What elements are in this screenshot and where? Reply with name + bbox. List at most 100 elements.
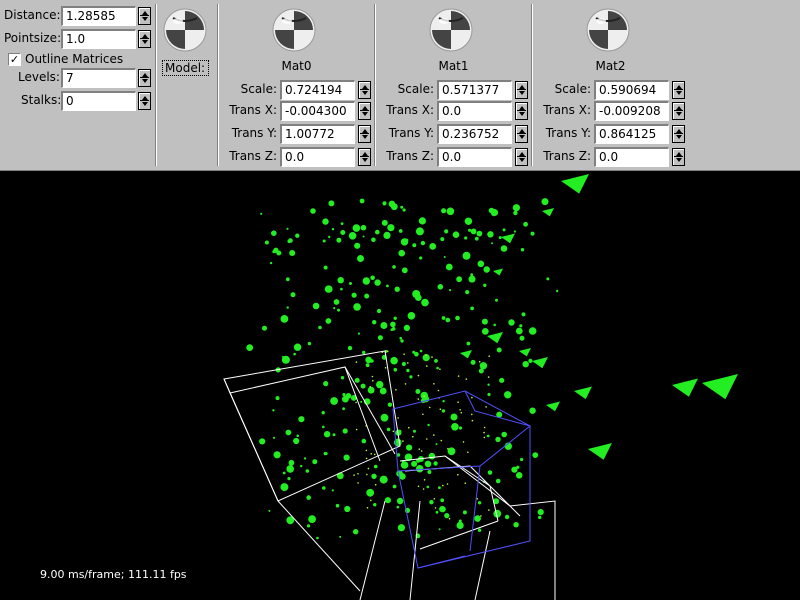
point [495, 478, 501, 484]
point [369, 386, 372, 388]
sphere-icon[interactable] [429, 8, 473, 52]
point [515, 327, 523, 335]
point [441, 316, 446, 320]
mat2-trans-x-spinner[interactable] [672, 102, 685, 120]
point [528, 358, 533, 363]
stalks-field[interactable]: 0 [61, 91, 136, 111]
point [303, 457, 307, 460]
point [272, 409, 275, 412]
point [371, 473, 377, 479]
model-sphere-icon[interactable] [163, 8, 207, 52]
point [442, 400, 445, 403]
mat2-scale-spinner[interactable] [672, 81, 685, 99]
point [395, 389, 397, 391]
point [447, 447, 456, 456]
mat1-trans-z-field[interactable]: 0.0 [437, 147, 512, 167]
point [392, 265, 396, 269]
point [523, 221, 528, 227]
point [383, 231, 391, 239]
point [477, 260, 485, 268]
point [428, 406, 431, 409]
point [344, 505, 351, 513]
3d-viewport[interactable] [0, 171, 800, 600]
distance-spinner[interactable] [138, 7, 151, 25]
point [471, 396, 473, 399]
sphere-icon[interactable] [586, 8, 630, 52]
mat1-trans-y-label: Trans Y: [388, 126, 434, 140]
point [474, 236, 479, 241]
mat2-scale-field[interactable]: 0.590694 [594, 80, 669, 100]
mat0-trans-z-field[interactable]: 0.0 [280, 147, 355, 167]
point [288, 238, 293, 243]
point [546, 277, 550, 281]
point [282, 355, 284, 358]
mat1-trans-y-field[interactable]: 0.236752 [437, 124, 512, 144]
mat2-trans-x-field[interactable]: -0.009208 [594, 101, 669, 121]
mat0-trans-y-spinner[interactable] [358, 125, 371, 143]
mat2-trans-z-field[interactable]: 0.0 [594, 147, 669, 167]
point [409, 375, 413, 379]
point [418, 217, 426, 225]
point [483, 283, 487, 287]
mat2-trans-y-field[interactable]: 0.864125 [594, 124, 669, 144]
mat1-scale-field[interactable]: 0.571377 [437, 80, 512, 100]
model-button[interactable]: Model: [162, 60, 209, 76]
point [342, 407, 345, 411]
point [464, 236, 468, 240]
mat0-trans-x-field[interactable]: -0.004300 [280, 101, 355, 121]
point [282, 471, 286, 475]
pointsize-field[interactable]: 1.0 [61, 29, 136, 49]
point [456, 276, 462, 283]
mat1-scale-spinner[interactable] [515, 81, 528, 99]
point [337, 277, 344, 284]
point [478, 368, 484, 374]
mat0-scale-spinner[interactable] [358, 81, 371, 99]
mat0-trans-z-spinner[interactable] [358, 148, 371, 166]
point [438, 486, 441, 490]
point [381, 219, 388, 226]
point [465, 290, 470, 295]
point [483, 266, 490, 273]
mat0-scale-field[interactable]: 0.724194 [280, 80, 355, 100]
point [321, 411, 325, 415]
point [487, 392, 491, 397]
point [477, 501, 482, 505]
mat1-trans-x-field[interactable]: 0.0 [437, 101, 512, 121]
mat2-trans-z-spinner[interactable] [672, 148, 685, 166]
outline-matrices-checkbox[interactable]: ✓ [8, 53, 21, 66]
point [269, 261, 273, 265]
pointsize-spinner[interactable] [138, 30, 151, 48]
mat1-trans-z-spinner[interactable] [515, 148, 528, 166]
mat0-trans-x-spinner[interactable] [358, 102, 371, 120]
mat1-trans-x-spinner[interactable] [515, 102, 528, 120]
point [287, 477, 291, 481]
point [393, 367, 398, 372]
point [476, 230, 483, 237]
point [371, 237, 376, 243]
mat1-trans-y-spinner[interactable] [515, 125, 528, 143]
levels-label: Levels: [18, 70, 60, 84]
point [470, 306, 474, 311]
point [260, 212, 263, 215]
point [384, 497, 391, 504]
stalks-spinner[interactable] [138, 92, 151, 110]
mat0-trans-y-row: Trans Y: 1.00772 [220, 124, 373, 144]
mat0-trans-y-field[interactable]: 1.00772 [280, 124, 355, 144]
point [373, 464, 378, 469]
levels-field[interactable]: 7 [61, 68, 136, 88]
point [406, 444, 413, 451]
distance-field[interactable]: 1.28585 [61, 6, 136, 26]
point [293, 352, 296, 356]
point [483, 436, 486, 439]
white-outline-matrix [223, 350, 556, 600]
point [407, 362, 409, 364]
point [425, 354, 427, 356]
point [460, 411, 463, 414]
point [366, 473, 368, 476]
point [376, 380, 384, 389]
levels-spinner[interactable] [138, 69, 151, 87]
sphere-icon[interactable] [272, 8, 316, 52]
point [340, 230, 346, 235]
point [367, 467, 370, 470]
mat2-trans-y-spinner[interactable] [672, 125, 685, 143]
